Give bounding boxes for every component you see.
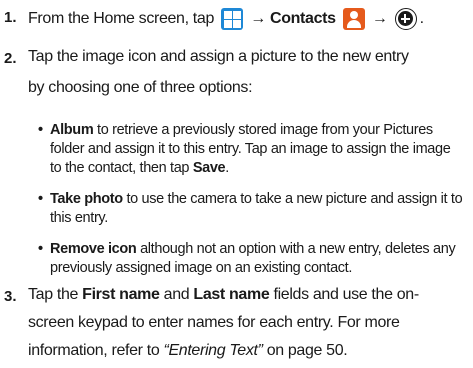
bullet-dot: • [38, 122, 43, 138]
album-text: to the contact, then tap [50, 160, 193, 176]
manual-page: 1. From the Home screen, tap → Contacts … [0, 0, 473, 368]
arrow: → [371, 10, 388, 28]
take-photo-term: Take photo [50, 191, 123, 207]
take-photo-text: this entry. [50, 210, 108, 226]
entering-text-reference[interactable]: “Entering Text” [163, 342, 262, 359]
step-3-text: information, refer to [28, 342, 164, 359]
bullet-dot: • [38, 241, 43, 257]
remove-icon-text: although not an option with a new entry,… [136, 241, 456, 257]
remove-icon-text: previously assigned image on an existing… [50, 260, 353, 276]
step-1-line: From the Home screen, tap → Contacts → . [28, 8, 424, 30]
step-number: 1. [4, 9, 17, 26]
last-name-term: Last name [193, 286, 270, 303]
album-term: Album [50, 122, 94, 138]
step-3-text: and [159, 286, 194, 303]
period: . [225, 160, 229, 176]
period: . [419, 10, 424, 28]
bullet-dot: • [38, 191, 43, 207]
save-term: Save [192, 160, 226, 176]
contacts-icon [342, 8, 365, 30]
contacts-label: Contacts [269, 10, 336, 28]
arrow: → [250, 10, 266, 28]
take-photo-text: to use the camera to take a new picture … [122, 191, 463, 207]
step-3-line-1: Tap the First name and Last name fields … [28, 286, 419, 304]
step-number: 2. [4, 50, 17, 67]
step-3-text: on page 50. [262, 342, 348, 359]
album-text: to retrieve a previously stored image fr… [93, 122, 433, 138]
add-contact-icon [394, 8, 417, 30]
step-3-text: fields and use the on- [269, 286, 420, 303]
step-2-line-1: Tap the image icon and assign a picture … [28, 48, 409, 65]
step-1-text: From the Home screen, tap [28, 10, 214, 28]
step-3-line-2: screen keypad to enter names for each en… [28, 314, 400, 331]
step-number: 3. [4, 288, 17, 305]
remove-icon-term: Remove icon [50, 241, 137, 257]
step-3-text: Tap the [28, 286, 83, 303]
album-text: folder and assign it to this entry. Tap … [50, 141, 451, 157]
step-3-line-3: information, refer to “Entering Text” on… [28, 342, 348, 360]
step-2-line-2: by choosing one of three options: [28, 79, 253, 96]
first-name-term: First name [82, 286, 160, 303]
home-grid-icon [221, 8, 244, 30]
